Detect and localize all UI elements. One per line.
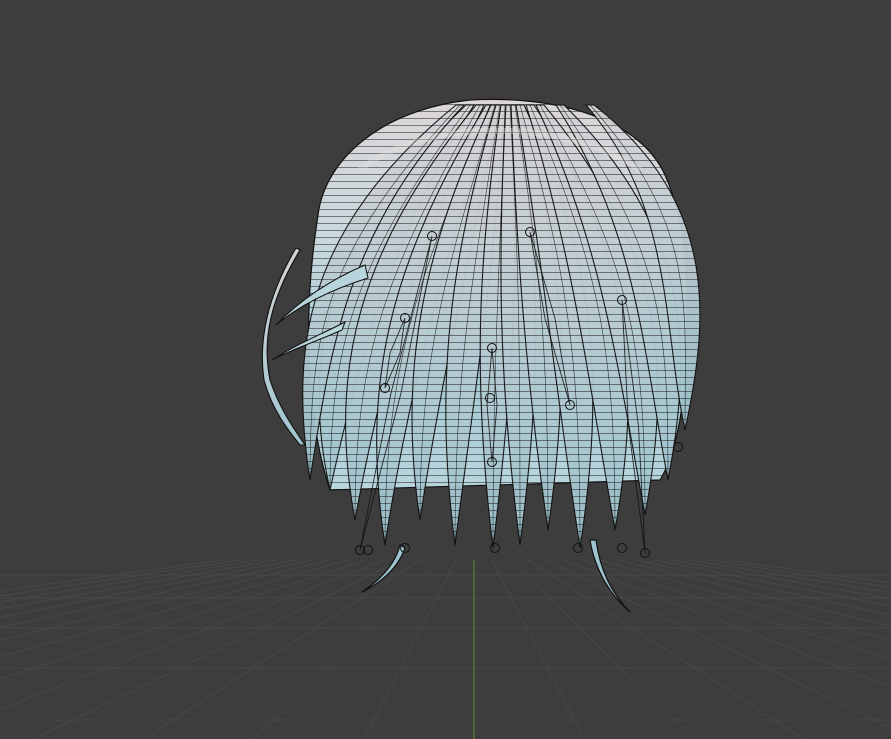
- bone-joint: [573, 543, 583, 553]
- hair-tail-right: [589, 539, 631, 613]
- viewport-canvas[interactable]: [0, 0, 891, 739]
- grid-line: [0, 559, 367, 680]
- grid-line: [0, 559, 241, 597]
- grid-line: [707, 559, 891, 588]
- grid-line: [581, 559, 891, 661]
- hair-mesh[interactable]: [261, 98, 701, 613]
- grid-line: [0, 559, 385, 710]
- bone-joint: [617, 543, 627, 553]
- grid-line: [0, 559, 331, 641]
- 3d-viewport[interactable]: [0, 0, 891, 739]
- grid-line: [0, 559, 349, 658]
- floor-grid: [0, 559, 891, 739]
- bone-joint: [490, 543, 500, 553]
- hair-tail-left: [361, 544, 406, 593]
- grid-line: [0, 559, 295, 618]
- grid-line: [635, 559, 891, 616]
- grid-line: [599, 559, 891, 642]
- grid-line: [617, 559, 891, 627]
- bone-joint: [673, 442, 683, 452]
- grid-line: [545, 559, 891, 729]
- grid-line: [0, 559, 277, 610]
- grid-line: [725, 559, 891, 584]
